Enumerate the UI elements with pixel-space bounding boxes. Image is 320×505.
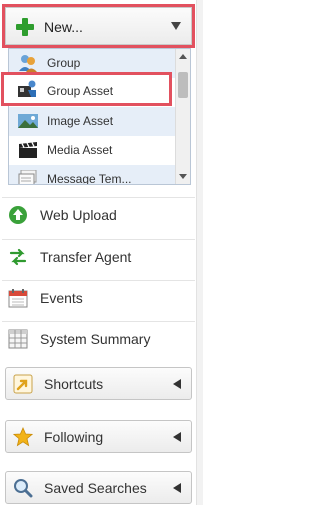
- search-icon: [14, 479, 33, 498]
- section-shortcuts[interactable]: Shortcuts: [5, 367, 192, 400]
- upload-icon: [9, 206, 27, 224]
- nav-label: System Summary: [40, 331, 151, 347]
- media-asset-icon: [19, 142, 37, 158]
- section-label: Following: [44, 429, 104, 445]
- menu-item-label: Media Asset: [47, 143, 113, 157]
- menu-item-label: Message Tem...: [47, 172, 132, 185]
- new-menu-list[interactable]: Group Group Asset Image Asset Media Asse…: [8, 48, 191, 185]
- nav-events[interactable]: Events: [2, 280, 195, 314]
- plus-icon: [16, 18, 34, 36]
- nav-transfer-agent[interactable]: Transfer Agent: [2, 239, 195, 273]
- section-following[interactable]: Following: [5, 420, 192, 453]
- scroll-thumb[interactable]: [178, 72, 188, 98]
- collapse-arrow-icon[interactable]: [173, 432, 181, 442]
- scroll-down-arrow[interactable]: [179, 174, 187, 179]
- new-button[interactable]: New...: [2, 4, 195, 48]
- summary-icon: [8, 329, 28, 349]
- section-label: Saved Searches: [44, 480, 147, 496]
- transfer-icon: [9, 248, 27, 266]
- menu-item-message-template[interactable]: Message Tem...: [9, 165, 176, 185]
- nav-label: Transfer Agent: [40, 249, 132, 265]
- group-asset-highlight-icon: [17, 80, 37, 101]
- group-asset-highlight-label[interactable]: Group Asset: [47, 84, 113, 98]
- section-label: Shortcuts: [44, 376, 104, 392]
- new-button-label: New...: [44, 19, 83, 35]
- calendar-icon: [8, 289, 28, 308]
- menu-item-label: Group: [47, 56, 81, 70]
- menu-item-media-asset[interactable]: Media Asset: [9, 136, 176, 165]
- nav-web-upload[interactable]: Web Upload: [2, 197, 195, 231]
- nav-system-summary[interactable]: System Summary: [2, 321, 195, 355]
- collapse-arrow-icon[interactable]: [173, 379, 181, 389]
- shortcut-arrow-icon: [13, 374, 33, 394]
- section-saved-searches[interactable]: Saved Searches: [5, 471, 192, 504]
- nav-label: Events: [40, 290, 83, 306]
- group-icon: [19, 55, 37, 72]
- message-template-icon: [18, 170, 37, 184]
- star-icon: [13, 427, 33, 447]
- menu-scrollbar[interactable]: [175, 49, 190, 184]
- right-gutter: [196, 0, 203, 505]
- scroll-up-arrow[interactable]: [179, 54, 187, 59]
- menu-item-label: Image Asset: [47, 114, 114, 128]
- caret-down-icon[interactable]: [171, 22, 181, 30]
- image-asset-icon: [18, 114, 38, 128]
- nav-label: Web Upload: [40, 207, 117, 223]
- collapse-arrow-icon[interactable]: [173, 483, 181, 493]
- menu-item-image-asset[interactable]: Image Asset: [9, 107, 176, 136]
